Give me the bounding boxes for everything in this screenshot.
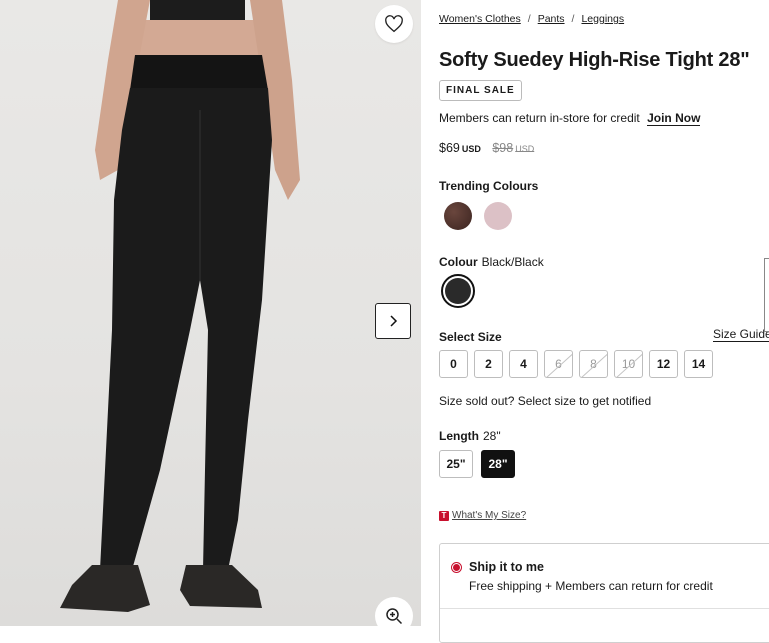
size-8-button[interactable]: 8 (579, 350, 608, 378)
trending-colours-label: Trending Colours (439, 179, 539, 193)
colour-value: Black/Black (481, 255, 544, 269)
length-25-button[interactable]: 25" (439, 450, 473, 478)
select-size-label: Select Size (439, 330, 502, 344)
length-label: Length 28" (439, 429, 501, 443)
length-options: 25" 28" (439, 450, 523, 478)
colour-swatch-black-selected[interactable] (441, 274, 475, 308)
breadcrumb-leggings[interactable]: Leggings (581, 13, 624, 25)
length-28-button[interactable]: 28" (481, 450, 515, 478)
size-10-button[interactable]: 10 (614, 350, 643, 378)
next-image-button[interactable] (375, 303, 411, 339)
trending-swatch-pink[interactable] (484, 202, 512, 230)
currency: USD (461, 144, 481, 154)
product-title: Softy Suedey High-Rise Tight 28" (439, 49, 750, 71)
final-sale-badge: FINAL SALE (439, 80, 522, 101)
product-photo (60, 0, 300, 612)
size-12-button[interactable]: 12 (649, 350, 678, 378)
colour-label-text: Colour (439, 255, 478, 269)
favorite-button[interactable] (375, 5, 413, 43)
whats-my-size-link[interactable]: What's My Size? (452, 510, 526, 521)
members-note: Members can return in-store for credit J… (439, 111, 701, 126)
breadcrumb-separator: / (571, 13, 575, 25)
product-image-pane (0, 0, 421, 626)
chevron-right-icon (390, 315, 398, 327)
breadcrumb-pants[interactable]: Pants (538, 13, 565, 25)
heart-icon (385, 15, 403, 33)
size-14-button[interactable]: 14 (684, 350, 713, 378)
size-options: 0 2 4 6 8 10 12 14 (439, 350, 719, 378)
length-value: 28" (483, 429, 501, 443)
sold-out-note: Size sold out? Select size to get notifi… (439, 394, 652, 408)
join-now-link[interactable]: Join Now (647, 111, 701, 126)
original-price: $98 USD (492, 141, 535, 155)
price: $69 USD $98 USD (439, 141, 534, 155)
ship-subtitle: Free shipping + Members can return for c… (469, 579, 713, 593)
ship-title: Ship it to me (469, 560, 544, 574)
divider (440, 608, 769, 609)
colour-label: Colour Black/Black (439, 255, 544, 269)
length-label-text: Length (439, 429, 479, 443)
breadcrumb: Women's Clothes / Pants / Leggings (439, 13, 624, 25)
ship-it-option[interactable]: Ship it to me Free shipping + Members ca… (439, 543, 769, 643)
whats-my-size: T What's My Size? (439, 510, 526, 521)
breadcrumb-womens-clothes[interactable]: Women's Clothes (439, 13, 521, 25)
product-details: Women's Clothes / Pants / Leggings Softy… (439, 0, 769, 643)
side-panel-edge (764, 258, 769, 332)
size-0-button[interactable]: 0 (439, 350, 468, 378)
size-4-button[interactable]: 4 (509, 350, 538, 378)
trending-swatch-brown[interactable] (444, 202, 472, 230)
fit-tool-logo-icon: T (439, 510, 449, 521)
members-text: Members can return in-store for credit (439, 111, 640, 125)
size-2-button[interactable]: 2 (474, 350, 503, 378)
size-guide-link[interactable]: Size Guide (713, 327, 769, 342)
breadcrumb-separator: / (527, 13, 531, 25)
size-6-button[interactable]: 6 (544, 350, 573, 378)
current-price: $69 (439, 141, 460, 155)
zoom-in-icon (386, 608, 403, 625)
ship-radio[interactable] (451, 562, 462, 573)
